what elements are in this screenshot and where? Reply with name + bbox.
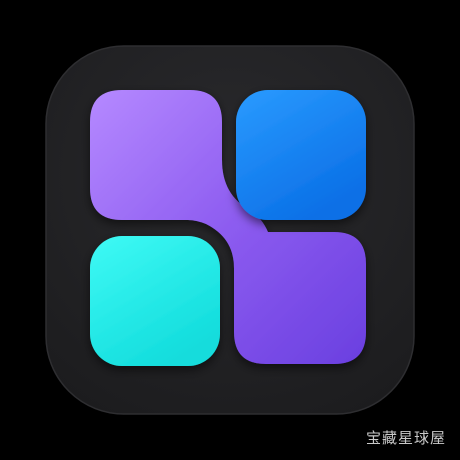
blue-tile [236,90,366,220]
watermark-text: 宝藏星球屋 [365,429,446,447]
app-icon [45,45,415,415]
icon-canvas: 宝藏星球屋 [0,0,460,460]
cyan-tile [90,236,220,366]
